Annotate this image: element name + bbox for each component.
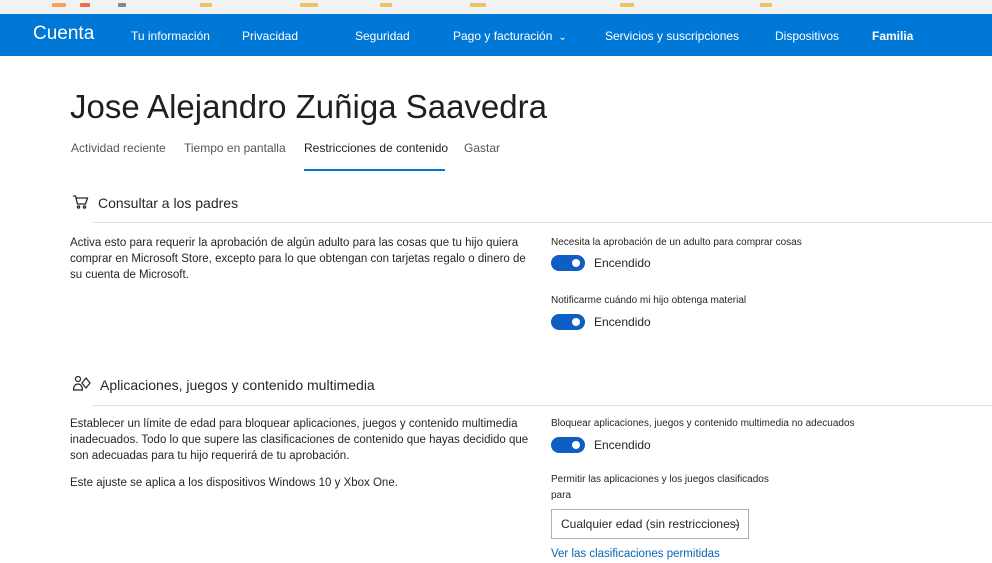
nav-item-seguridad[interactable]: Seguridad [355, 29, 410, 43]
apps-note: Este ajuste se aplica a los dispositivos… [70, 477, 398, 489]
section-header-parents: Consultar a los padres [72, 194, 238, 212]
block-content-toggle[interactable] [551, 437, 585, 453]
chevron-down-icon: ⌄ [558, 32, 567, 43]
tab-tiempo-en-pantalla[interactable]: Tiempo en pantalla [184, 141, 286, 155]
tab-actividad-reciente[interactable]: Actividad reciente [71, 141, 166, 155]
apps-games-icon [72, 375, 91, 395]
setting-label-block: Bloquear aplicaciones, juegos y contenid… [551, 418, 855, 429]
section-header-apps: Aplicaciones, juegos y contenido multime… [72, 375, 375, 395]
approval-toggle[interactable] [551, 255, 585, 271]
section-divider [93, 222, 992, 223]
top-nav: Cuenta Tu información Privacidad Segurid… [0, 14, 992, 56]
cart-icon [72, 194, 89, 212]
nav-item-pago-label: Pago y facturación [453, 29, 553, 43]
toggle-knob [572, 318, 580, 326]
nav-item-dispositivos[interactable]: Dispositivos [775, 29, 839, 43]
notify-toggle[interactable] [551, 314, 585, 330]
rating-label: Permitir las aplicaciones y los juegos c… [551, 474, 769, 485]
tab-restricciones[interactable]: Restricciones de contenido [304, 141, 448, 155]
setting-label-approval: Necesita la aprobación de un adulto para… [551, 237, 802, 248]
account-brand-link[interactable]: Cuenta [33, 23, 94, 45]
toggle-knob [572, 259, 580, 267]
page-title: Jose Alejandro Zuñiga Saavedra [70, 88, 547, 125]
nav-item-servicios[interactable]: Servicios y suscripciones [605, 29, 739, 43]
section-title-apps: Aplicaciones, juegos y contenido multime… [100, 377, 375, 393]
nav-item-privacidad[interactable]: Privacidad [242, 29, 298, 43]
section-title-parents: Consultar a los padres [98, 195, 239, 211]
setting-label-notify: Notificarme cuándo mi hijo obtenga mater… [551, 295, 747, 306]
browser-top-strip [0, 0, 992, 14]
tab-gastar[interactable]: Gastar [464, 141, 500, 155]
view-ratings-link[interactable]: Ver las clasificaciones permitidas [551, 548, 720, 560]
tab-selected-indicator [304, 169, 445, 171]
block-content-toggle-state: Encendido [594, 438, 651, 452]
chevron-down-icon: ⌄ [732, 518, 741, 529]
parents-description: Activa esto para requerir la aprobación … [70, 237, 526, 281]
age-rating-select[interactable]: Cualquier edad (sin restricciones) ⌄ [551, 509, 749, 539]
notify-toggle-state: Encendido [594, 315, 651, 329]
rating-label-para: para [551, 490, 572, 501]
nav-item-familia[interactable]: Familia [872, 29, 913, 43]
apps-description: Establecer un límite de edad para bloque… [70, 418, 529, 462]
section-divider [93, 405, 992, 406]
nav-item-tu-informacion[interactable]: Tu información [131, 29, 210, 43]
toggle-knob [572, 441, 580, 449]
nav-item-pago[interactable]: Pago y facturación ⌄ [453, 29, 567, 43]
approval-toggle-state: Encendido [594, 256, 651, 270]
age-rating-value: Cualquier edad (sin restricciones) [561, 517, 740, 531]
